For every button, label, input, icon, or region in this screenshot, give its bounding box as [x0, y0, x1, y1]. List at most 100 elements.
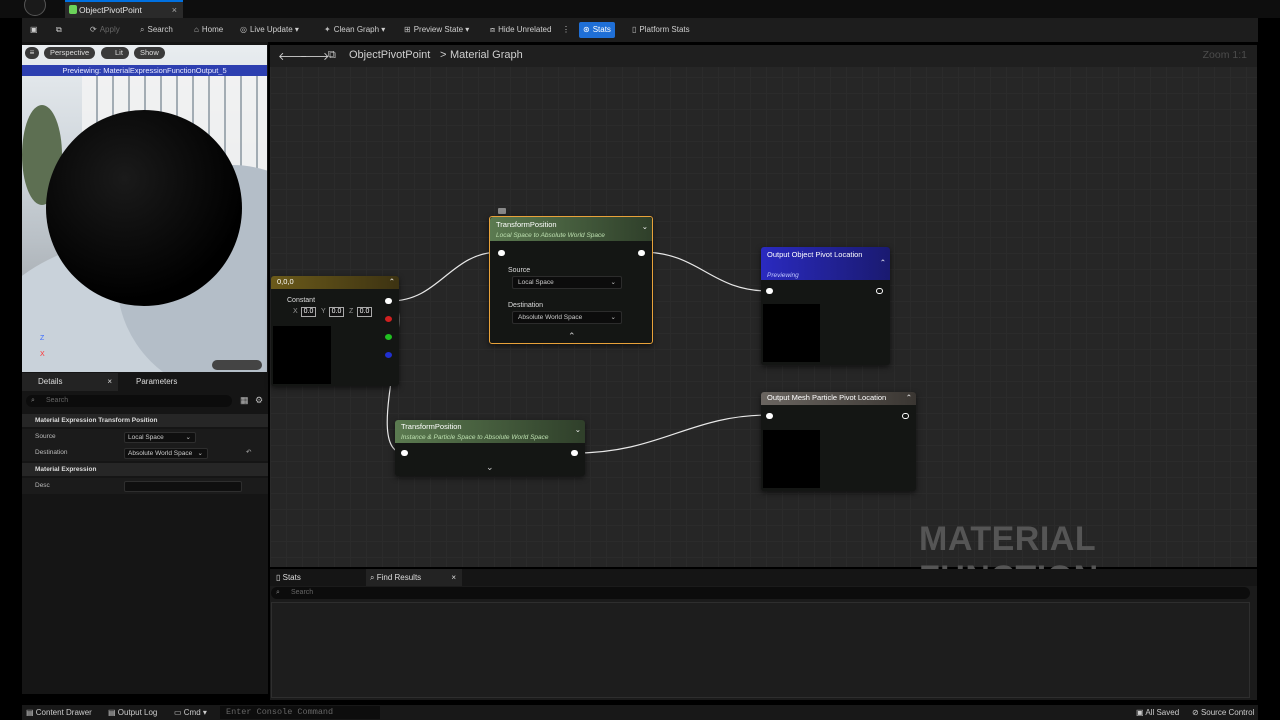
output1-title: Output Object Pivot Location — [767, 250, 863, 259]
chevron-down-icon: ⌄ — [185, 434, 191, 441]
output-object-pivot-node[interactable]: Output Object Pivot Location Previewing … — [761, 247, 890, 365]
reset-icon[interactable]: ↶ — [246, 445, 251, 461]
collapse-icon[interactable]: ⌃ — [389, 276, 395, 288]
platform-stats-icon: ▯ — [632, 25, 637, 34]
more-options-icon[interactable]: ⋮ — [562, 22, 570, 38]
forward-arrow-icon[interactable]: 🡒 — [300, 49, 330, 63]
output-pin[interactable] — [638, 250, 645, 256]
breadcrumb-graph[interactable]: Material Graph — [450, 49, 523, 61]
transform2-title: TransformPosition — [401, 422, 462, 431]
output-pin[interactable] — [876, 288, 883, 294]
stats-label: Stats — [592, 25, 611, 34]
grid-view-icon[interactable]: ▦ — [240, 395, 249, 406]
input-pin[interactable] — [498, 250, 505, 256]
output1-header[interactable]: Output Object Pivot Location Previewing … — [761, 247, 890, 280]
platform-stats-button[interactable]: ▯ Platform Stats — [632, 22, 690, 38]
document-tab[interactable]: ObjectPivotPoint × — [65, 0, 183, 18]
tab-find-results[interactable]: ⌕ Find Results × — [366, 569, 462, 587]
close-tab-icon[interactable]: × — [172, 2, 177, 18]
output-pin[interactable] — [902, 413, 909, 419]
output2-header[interactable]: Output Mesh Particle Pivot Location ⌃ — [761, 392, 916, 405]
constant-node[interactable]: 0,0,0 ⌃ Constant X 0.0 Y 0.0 Z 0.0 — [271, 276, 399, 386]
transform1-source-dropdown[interactable]: Local Space ⌄ — [512, 276, 622, 289]
live-update-icon: ◎ — [240, 25, 247, 34]
apply-button[interactable]: ⟳ Apply — [90, 22, 120, 38]
lit-button[interactable]: Lit — [101, 47, 129, 59]
collapse-icon[interactable]: ⌃ — [568, 331, 576, 342]
graph-icon: ⧉ — [328, 49, 336, 61]
find-results-search-input[interactable]: ⌕ Search — [271, 587, 1250, 599]
expand-icon[interactable]: ⌄ — [486, 462, 494, 473]
z-value-input[interactable]: 0.0 — [357, 307, 372, 317]
transform1-subtitle: Local Space to Absolute World Space — [496, 232, 605, 239]
destination-label: Destination — [35, 449, 68, 456]
details-tabs: Details × Parameters — [22, 373, 268, 391]
breadcrumb: 🡐 🡒 ⧉ ObjectPivotPoint > Material Graph … — [270, 45, 1257, 67]
content-drawer-button[interactable]: ▤ Content Drawer — [26, 708, 92, 717]
tab-parameters[interactable]: Parameters — [122, 373, 177, 391]
transform-position-node-2[interactable]: TransformPosition Instance & Particle Sp… — [395, 420, 585, 476]
details-search-input[interactable]: ⌕ Search — [26, 395, 232, 407]
source-dropdown[interactable]: Local Space ⌄ — [124, 432, 196, 443]
collapse-icon[interactable]: ⌃ — [906, 392, 912, 404]
clean-graph-button[interactable]: ✦ Clean Graph ▾ — [324, 22, 385, 38]
transform1-destination-dropdown[interactable]: Absolute World Space ⌄ — [512, 311, 622, 324]
preview-viewport[interactable]: ≡ Perspective Lit Show Previewing: Mater… — [22, 45, 267, 372]
output-pin-g[interactable] — [385, 334, 392, 340]
breadcrumb-asset[interactable]: ObjectPivotPoint — [349, 49, 430, 61]
output-pin-b[interactable] — [385, 352, 392, 358]
destination-dropdown[interactable]: Absolute World Space ⌄ — [124, 448, 208, 459]
output-pin[interactable] — [385, 298, 392, 304]
all-saved-button[interactable]: ▣ All Saved — [1136, 708, 1179, 717]
preview-shape-buttons[interactable] — [212, 360, 262, 370]
close-find-results-icon[interactable]: × — [451, 569, 456, 587]
tab-stats[interactable]: ▯ Stats — [270, 569, 366, 587]
source-control-icon: ⊘ — [1192, 708, 1201, 717]
output-pin-r[interactable] — [385, 316, 392, 322]
search-icon: ⌕ — [31, 397, 35, 404]
output-pin[interactable] — [571, 450, 578, 456]
comment-icon[interactable] — [498, 208, 506, 214]
browse-icon[interactable]: ⧉ — [56, 22, 62, 38]
show-button[interactable]: Show — [134, 47, 165, 59]
constant-node-header[interactable]: 0,0,0 ⌃ — [271, 276, 399, 289]
viewport-menu-icon[interactable]: ≡ — [25, 47, 39, 59]
source-control-button[interactable]: ⊘ Source Control — [1192, 708, 1254, 717]
section-transform-position[interactable]: Material Expression Transform Position — [22, 414, 268, 427]
tab-find-results-label: Find Results — [376, 573, 422, 582]
y-value-input[interactable]: 0.0 — [329, 307, 344, 317]
desc-label: Desc — [35, 482, 50, 489]
stats-button[interactable]: ⊛ Stats — [579, 22, 615, 38]
save-icon[interactable]: ▣ — [30, 22, 38, 38]
desc-field[interactable] — [124, 481, 242, 492]
source-value: Local Space — [128, 434, 164, 441]
chevron-down-icon[interactable]: ⌄ — [575, 424, 581, 435]
tab-parameters-label: Parameters — [136, 377, 178, 386]
input-pin[interactable] — [766, 288, 773, 294]
settings-gear-icon[interactable]: ⚙ — [255, 395, 263, 406]
cmd-button[interactable]: ▭ Cmd ▾ — [174, 708, 207, 717]
axis-z-label: Z — [40, 335, 45, 342]
output-mesh-particle-pivot-node[interactable]: Output Mesh Particle Pivot Location ⌃ — [761, 392, 916, 491]
console-command-input[interactable]: Enter Console Command — [220, 706, 380, 719]
search-button[interactable]: ⌕ Search — [140, 22, 173, 38]
live-update-button[interactable]: ◎ Live Update ▾ — [240, 22, 299, 38]
preview-state-button[interactable]: ⊞ Preview State ▾ — [404, 22, 469, 38]
hide-unrelated-button[interactable]: ⧈ Hide Unrelated — [490, 22, 551, 38]
perspective-button[interactable]: Perspective — [44, 47, 96, 59]
close-details-icon[interactable]: × — [107, 373, 112, 391]
collapse-icon[interactable]: ⌃ — [880, 257, 886, 268]
chevron-down-icon[interactable]: ⌄ — [642, 221, 648, 232]
input-pin[interactable] — [401, 450, 408, 456]
section-material-expression[interactable]: Material Expression — [22, 463, 268, 476]
tab-details[interactable]: Details × — [22, 373, 118, 391]
output-log-button[interactable]: ▤ Output Log — [108, 708, 157, 717]
transform2-header[interactable]: TransformPosition Instance & Particle Sp… — [395, 420, 585, 443]
input-pin[interactable] — [766, 413, 773, 419]
x-value-input[interactable]: 0.0 — [301, 307, 316, 317]
home-button[interactable]: ⌂ Home — [194, 22, 223, 38]
transform-position-node-1[interactable]: TransformPosition Local Space to Absolut… — [489, 216, 653, 344]
home-icon: ⌂ — [194, 25, 199, 34]
transform1-header[interactable]: TransformPosition Local Space to Absolut… — [490, 217, 652, 241]
axis-x-label: X — [40, 351, 45, 358]
